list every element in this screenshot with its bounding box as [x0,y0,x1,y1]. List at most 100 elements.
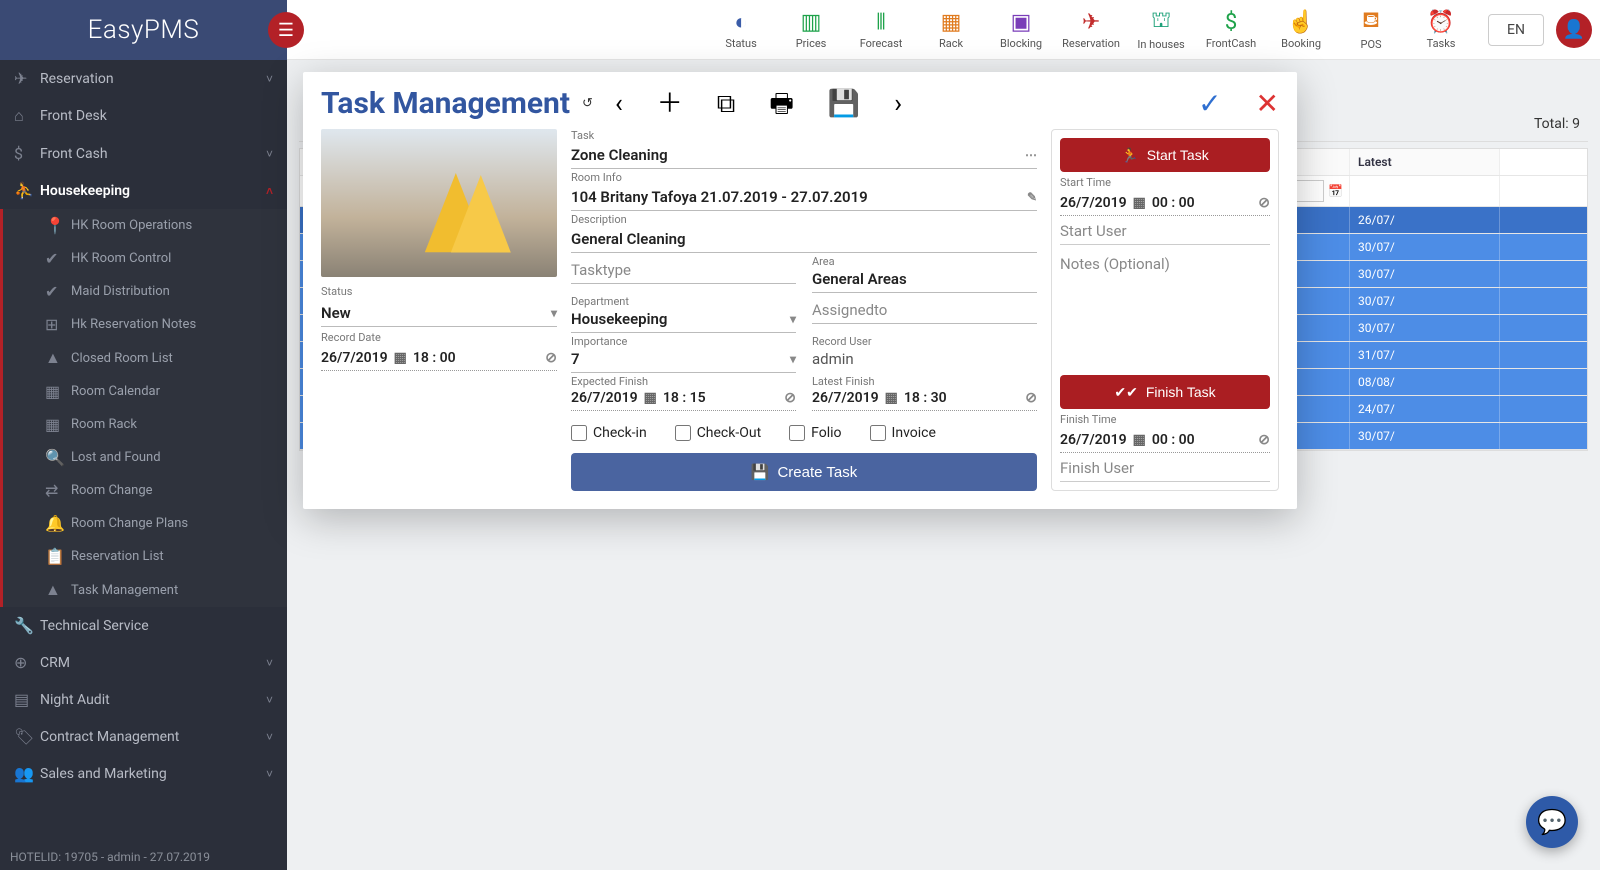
sidebar-item-task-management[interactable]: ▲Task Management [31,573,287,607]
clear-icon[interactable]: ⊘ [1258,195,1270,211]
print-icon[interactable]: 🖶 [769,91,794,117]
chat-fab[interactable]: 💬 [1526,796,1578,848]
tasktype-select[interactable]: Tasktype [571,259,796,284]
latest-finish-date-input[interactable]: 26/7/2019 [812,390,879,406]
room-info-field[interactable]: 104 Britany Tafoya 21.07.2019 - 27.07.20… [571,186,1037,211]
topnav-reservation[interactable]: ✈Reservation [1056,1,1126,59]
description-field[interactable]: General Cleaning [571,228,1037,253]
topnav-blocking[interactable]: ▣Blocking [986,1,1056,59]
clear-icon[interactable]: ⊘ [1258,432,1270,448]
sidebar-icon: ⇄ [45,481,71,500]
checkout-checkbox[interactable]: Check-Out [675,425,761,441]
start-date-input[interactable]: 26/7/2019 [1060,195,1127,211]
next-icon[interactable]: › [894,91,902,117]
sidebar-item-hk-reservation-notes[interactable]: ⊞Hk Reservation Notes [31,308,287,341]
clear-icon[interactable]: ⊘ [545,350,557,366]
start-time-input[interactable]: 00 : 00 [1152,195,1195,211]
finish-date-input[interactable]: 26/7/2019 [1060,432,1127,448]
sidebar-item-housekeeping[interactable]: ⛹Housekeeping˄ [0,172,287,209]
language-button[interactable]: EN [1488,14,1544,46]
sidebar-item-technical-service[interactable]: 🔧Technical Service [0,607,287,644]
topnav-rack[interactable]: ▦Rack [916,1,986,59]
sidebar-item-reservation[interactable]: ✈Reservation˅ [0,60,287,97]
finish-user-field[interactable]: Finish User [1060,457,1270,482]
expected-finish-date-input[interactable]: 26/7/2019 [571,390,638,406]
finish-task-button[interactable]: ✔✔ Finish Task [1060,375,1270,409]
sidebar-icon: ⛹ [14,181,40,200]
save-icon[interactable]: 💾 [828,91,860,117]
calendar-icon[interactable]: ▦ [1133,195,1146,211]
topnav-frontcash[interactable]: $FrontCash [1196,1,1266,59]
department-select[interactable]: Housekeeping▾ [571,308,796,333]
create-task-button[interactable]: 💾 Create Task [571,453,1037,491]
confirm-icon[interactable]: ✓ [1198,87,1221,120]
sidebar-item-room-calendar[interactable]: ▦Room Calendar [31,375,287,408]
sidebar-item-room-change[interactable]: ⇄Room Change [31,474,287,507]
sidebar-item-maid-distribution[interactable]: ✔Maid Distribution [31,275,287,308]
calendar-icon[interactable]: ▦ [394,350,407,366]
sidebar-item-front-cash[interactable]: $Front Cash˅ [0,135,287,172]
sidebar-item-sales-and-marketing[interactable]: 👥Sales and Marketing˅ [0,755,287,792]
record-time-input[interactable]: 18 : 00 [413,350,456,366]
latest-finish-time-input[interactable]: 18 : 30 [904,390,947,406]
topnav-tasks[interactable]: ⏰Tasks [1406,1,1476,59]
start-time-label: Start Time [1060,176,1270,189]
calendar-icon[interactable]: 📅 [1328,184,1343,198]
clear-icon[interactable]: ⊘ [784,390,796,406]
sidebar-item-closed-room-list[interactable]: ▲Closed Room List [31,341,287,375]
sidebar-item-crm[interactable]: ⊕CRM˅ [0,644,287,681]
sidebar-item-room-rack[interactable]: ▦Room Rack [31,408,287,441]
copy-icon[interactable]: ⧉ [717,91,736,117]
edit-icon[interactable]: ✎ [1027,190,1037,204]
avatar-button[interactable]: 👤 [1556,12,1592,48]
calendar-icon[interactable]: ▦ [644,390,657,406]
start-user-field[interactable]: Start User [1060,220,1270,245]
clear-icon[interactable]: ⊘ [1025,390,1037,406]
task-field[interactable]: Zone Cleaning⋯ [571,144,1037,169]
importance-select[interactable]: 7▾ [571,348,796,373]
topnav-status[interactable]: ◐Status [706,1,776,59]
calendar-icon[interactable]: ▦ [1133,432,1146,448]
folio-checkbox[interactable]: Folio [789,425,841,441]
sidebar-item-lost-and-found[interactable]: 🔍Lost and Found [31,441,287,474]
sidebar-item-hk-room-control[interactable]: ✔HK Room Control [31,242,287,275]
record-user-label: Record User [812,335,1037,348]
more-icon[interactable]: ⋯ [1025,148,1037,162]
sidebar-item-night-audit[interactable]: ▤Night Audit˅ [0,681,287,718]
start-task-button[interactable]: 🏃 Start Task [1060,138,1270,172]
invoice-checkbox[interactable]: Invoice [870,425,936,441]
finish-time-input[interactable]: 00 : 00 [1152,432,1195,448]
hamburger-menu-button[interactable]: ☰ [268,12,304,48]
save-icon: 💾 [751,463,770,481]
sidebar-item-contract-management[interactable]: 🏷Contract Management˅ [0,718,287,755]
expected-finish-label: Expected Finish [571,375,796,388]
sidebar-icon: ✔ [45,249,71,268]
status-select[interactable]: New▾ [321,302,557,327]
sidebar-item-hk-room-operations[interactable]: 📍HK Room Operations [31,209,287,242]
room-info-label: Room Info [571,171,1037,184]
topnav-forecast[interactable]: ⫴Forecast [846,1,916,59]
blocking-icon: ▣ [1011,10,1032,35]
prev-icon[interactable]: ‹ [615,91,623,117]
checkin-checkbox[interactable]: Check-in [571,425,647,441]
topnav-in-houses[interactable]: ⛫In houses [1126,1,1196,59]
checklist-icon: ✔✔ [1114,384,1137,401]
topnav-booking[interactable]: ☝Booking [1266,1,1336,59]
description-label: Description [571,213,1037,226]
assignedto-field[interactable]: Assignedto [812,299,1037,324]
topnav-prices[interactable]: ▥Prices [776,1,846,59]
history-icon[interactable]: ↺ [582,96,593,111]
sidebar-item-room-change-plans[interactable]: 🔔Room Change Plans [31,507,287,540]
record-date-input[interactable]: 26/7/2019 [321,350,388,366]
add-icon[interactable]: ＋ [657,91,683,117]
area-field[interactable]: General Areas [812,268,1037,293]
calendar-icon[interactable]: ▦ [885,390,898,406]
col-latest[interactable]: Latest [1350,149,1500,175]
close-icon[interactable]: ✕ [1256,87,1279,120]
sidebar-item-front-desk[interactable]: ⌂Front Desk [0,97,287,135]
topnav-pos[interactable]: ⛾POS [1336,1,1406,59]
notes-field[interactable]: Notes (Optional) [1060,253,1270,371]
sidebar-item-reservation-list[interactable]: 📋Reservation List [31,540,287,573]
expected-finish-time-input[interactable]: 18 : 15 [663,390,706,406]
sidebar-icon: ✈ [14,69,40,88]
